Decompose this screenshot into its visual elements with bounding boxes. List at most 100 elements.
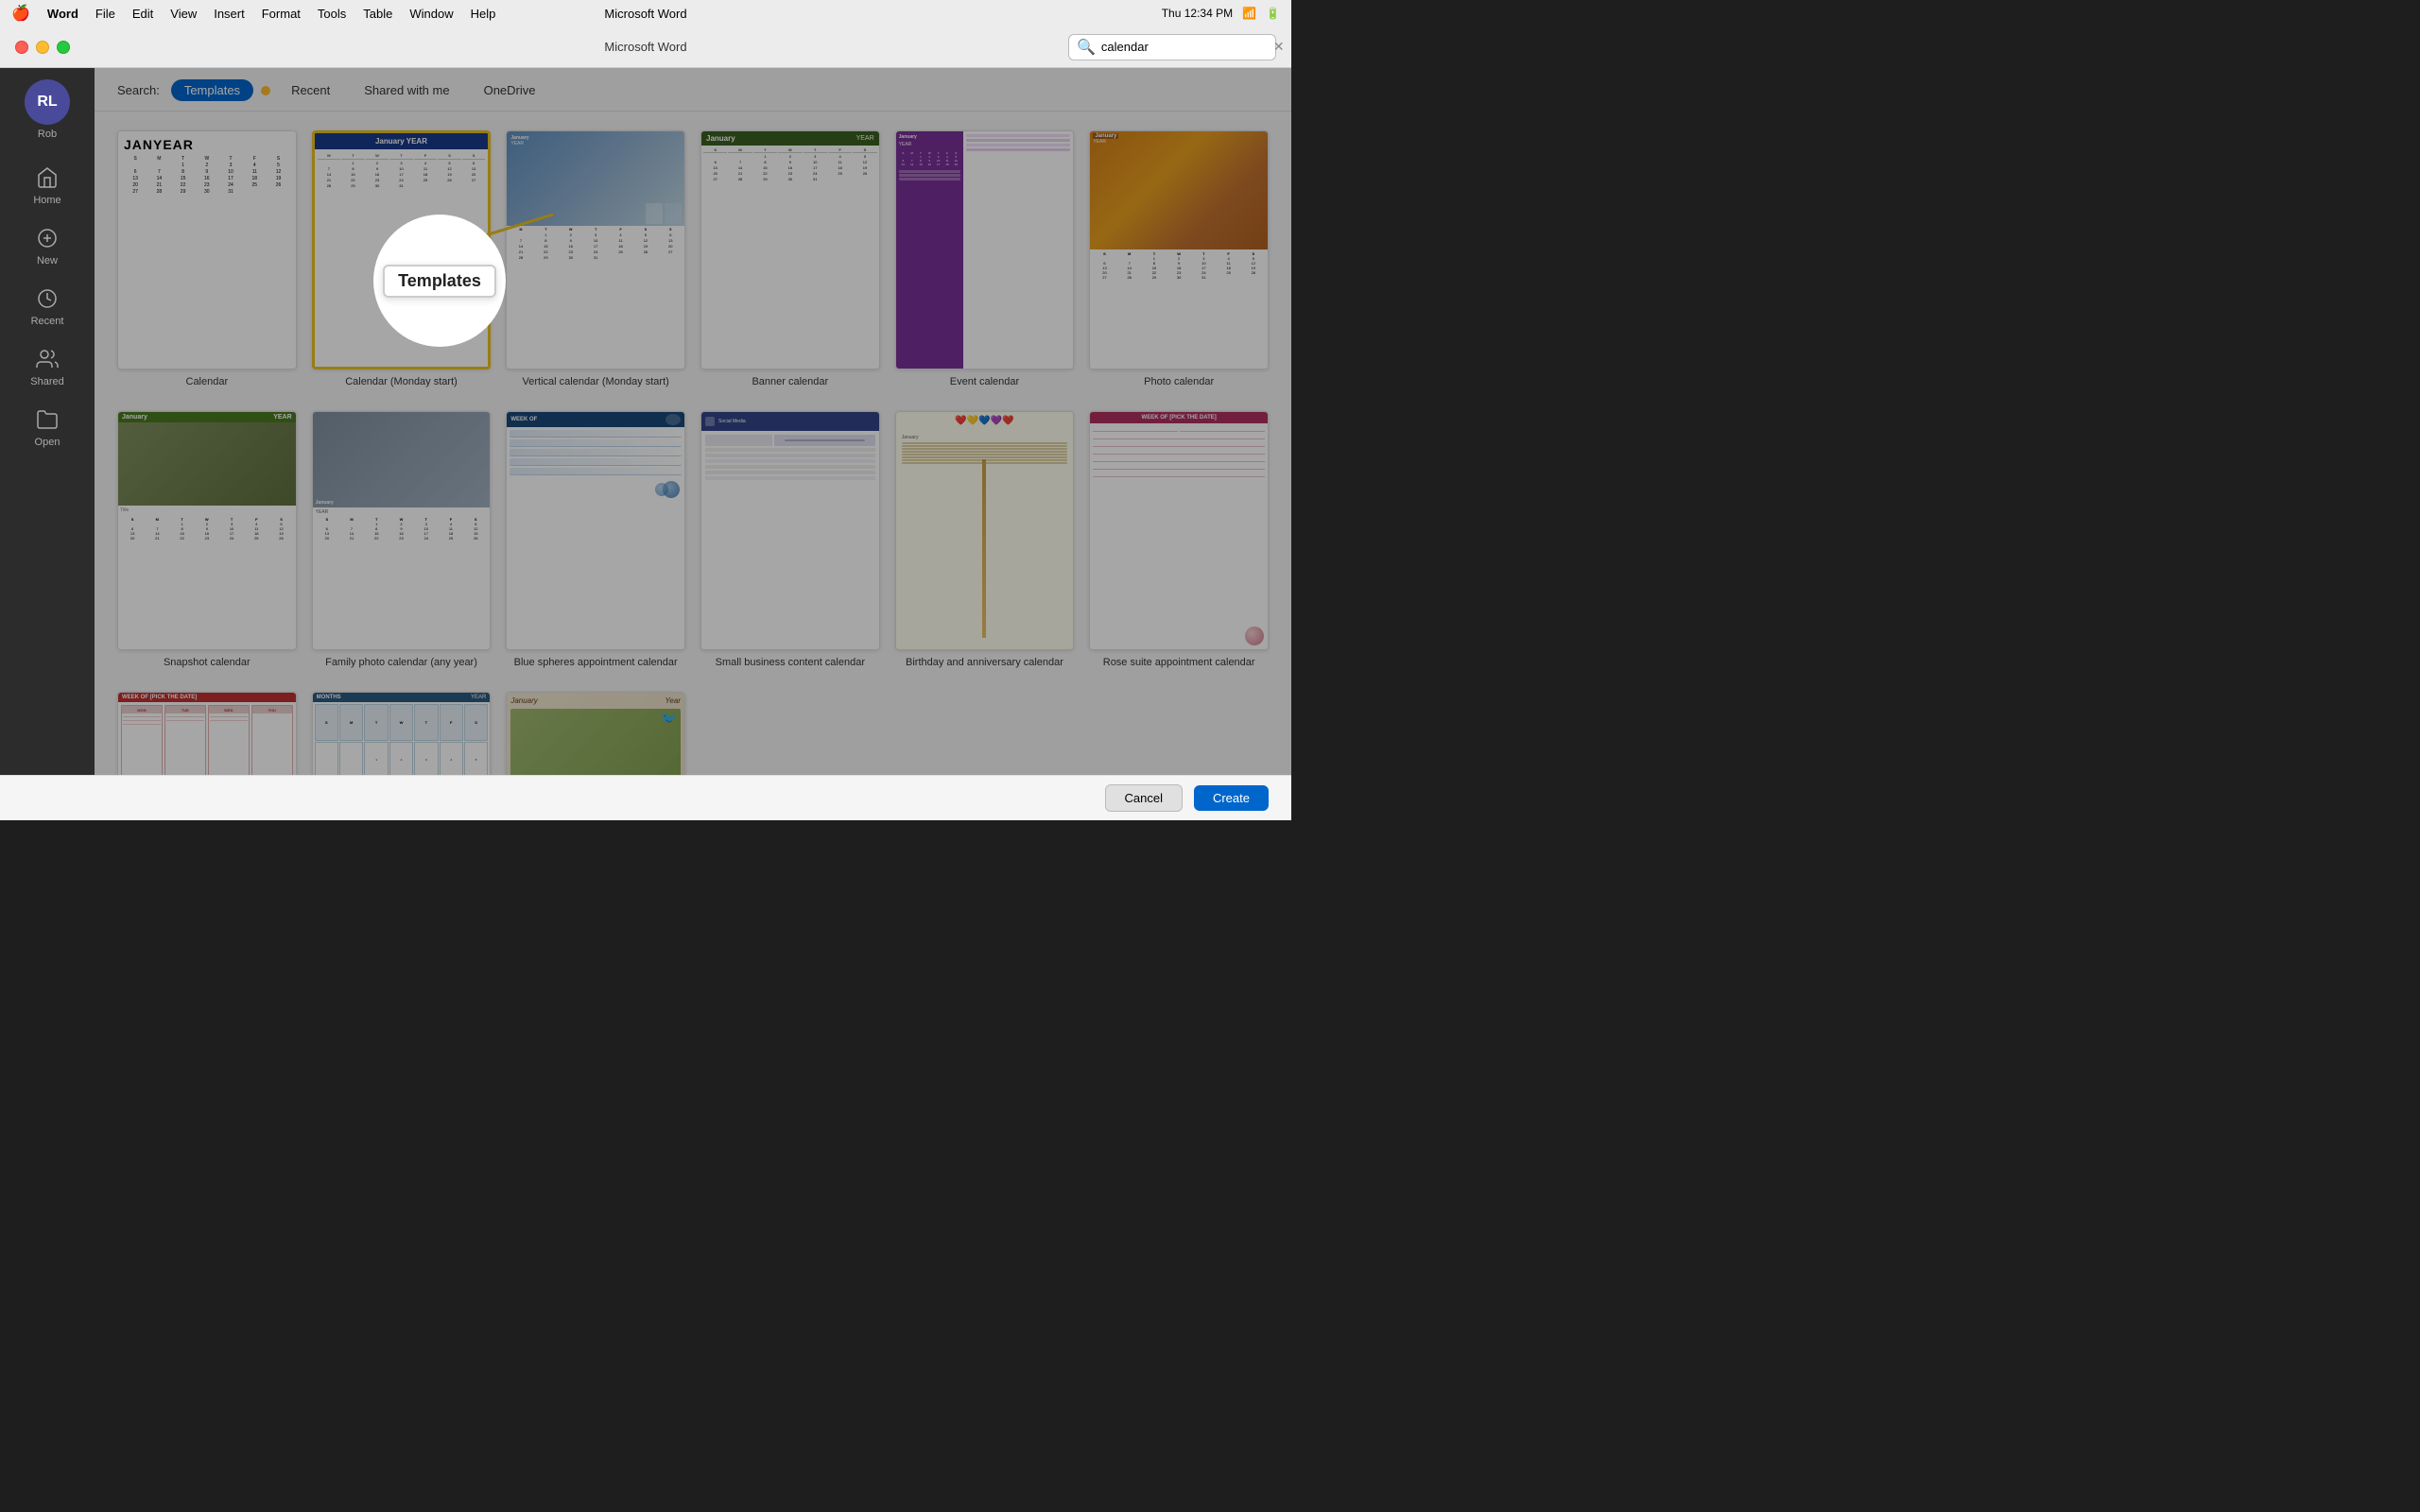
title-bar: Microsoft Word 🔍 ✕ [0, 26, 1291, 68]
shared-label: Shared [30, 376, 63, 387]
recent-label: Recent [31, 316, 64, 327]
app-menu[interactable]: Word [47, 7, 78, 21]
template-thumb-vertical: January YEAR MTWTFSS 123456 [506, 130, 685, 369]
window-title-menubar: Microsoft Word [604, 7, 686, 21]
template-name-rose: Rose suite appointment calendar [1103, 656, 1255, 669]
template-name-vertical: Vertical calendar (Monday start) [523, 375, 669, 388]
new-label: New [37, 255, 58, 266]
sidebar-item-shared[interactable]: Shared [0, 336, 95, 397]
edit-menu[interactable]: Edit [132, 7, 153, 21]
sidebar-item-open[interactable]: Open [0, 397, 95, 457]
template-thumb-spheres: WEEK OF [506, 411, 685, 650]
main-window: Microsoft Word 🔍 ✕ RL Rob Home New [0, 26, 1291, 820]
template-banner[interactable]: January YEAR SMTWTFS 12345 6789101112 13… [700, 130, 880, 388]
tab-templates[interactable]: Templates [171, 79, 253, 101]
template-family[interactable]: January YEAR SMTWTFS 12345 6789101112 13… [312, 411, 492, 669]
format-menu[interactable]: Format [262, 7, 301, 21]
template-blue-spheres[interactable]: WEEK OF [506, 411, 685, 669]
template-name-event: Event calendar [950, 375, 1019, 388]
search-bar[interactable]: 🔍 ✕ [1068, 34, 1276, 60]
template-thumb-monday: January YEAR M T W T F S S [312, 130, 492, 369]
recent-dot[interactable] [261, 86, 270, 95]
bottom-bar: Cancel Create [0, 775, 1291, 820]
template-thumb-calendar: JANYEAR SMTWTFS 12345 6789101112 1314151… [117, 130, 297, 369]
template-thumb-family: January YEAR SMTWTFS 12345 6789101112 13… [312, 411, 492, 650]
template-thumb-photo: January YEAR SMTWTFS 12345 6789101112 13… [1089, 130, 1269, 369]
home-label: Home [33, 195, 60, 206]
battery-icon: 🔋 [1266, 7, 1280, 20]
recent-icon [34, 285, 60, 312]
table-menu[interactable]: Table [363, 7, 392, 21]
template-photo[interactable]: January YEAR SMTWTFS 12345 6789101112 13… [1089, 130, 1269, 388]
template-thumb-banner: January YEAR SMTWTFS 12345 6789101112 13… [700, 130, 880, 369]
minimize-button[interactable] [36, 41, 49, 54]
user-name: Rob [38, 129, 57, 140]
menu-bar-left: 🍎 Word File Edit View Insert Format Tool… [11, 4, 495, 23]
body-layout: RL Rob Home New Recent [0, 68, 1291, 775]
template-thumb-monthly: MONTHSYEAR S M T W T F S [312, 692, 492, 775]
template-name-biz: Small business content calendar [716, 656, 865, 669]
view-menu[interactable]: View [170, 7, 197, 21]
template-thumb-rose: WEEK OF [PICK THE DATE] [1089, 411, 1269, 650]
template-birthday[interactable]: ❤️💛💙💜❤️ January [895, 411, 1075, 669]
template-thumb-birthday: ❤️💛💙💜❤️ January [895, 411, 1075, 650]
template-name-snapshot: Snapshot calendar [164, 656, 251, 669]
close-button[interactable] [15, 41, 28, 54]
template-name-birthday: Birthday and anniversary calendar [906, 656, 1063, 669]
template-rose[interactable]: WEEK OF [PICK THE DATE] [1089, 411, 1269, 669]
search-input[interactable] [1101, 40, 1268, 54]
insert-menu[interactable]: Insert [214, 7, 245, 21]
template-name-monday: Calendar (Monday start) [345, 375, 458, 388]
template-weekly[interactable]: WEEK OF [PICK THE DATE] MON [117, 692, 297, 775]
create-button[interactable]: Create [1194, 785, 1269, 811]
tools-menu[interactable]: Tools [318, 7, 346, 21]
shared-icon [34, 346, 60, 372]
template-thumb-snapshot: JanuaryYEAR Title SMTWTFS 12345 67891011… [117, 411, 297, 650]
help-menu[interactable]: Help [471, 7, 496, 21]
menu-time: Thu 12:34 PM [1162, 7, 1233, 20]
traffic-lights [15, 41, 70, 54]
template-name-family: Family photo calendar (any year) [325, 656, 477, 669]
sidebar-item-recent[interactable]: Recent [0, 276, 95, 336]
template-event[interactable]: January YEAR SMTWTFS 12345 6789101112 13… [895, 130, 1075, 388]
template-snapshot[interactable]: JanuaryYEAR Title SMTWTFS 12345 67891011… [117, 411, 297, 669]
template-name-photo: Photo calendar [1144, 375, 1214, 388]
window-menu[interactable]: Window [409, 7, 453, 21]
menu-bar-right: Thu 12:34 PM 📶 🔋 [1162, 7, 1280, 20]
apple-menu[interactable]: 🍎 [11, 4, 30, 23]
menu-bar: 🍎 Word File Edit View Insert Format Tool… [0, 0, 1291, 26]
template-calendar-monday[interactable]: January YEAR M T W T F S S [312, 130, 492, 388]
template-thumb-event: January YEAR SMTWTFS 12345 6789101112 13… [895, 130, 1075, 369]
search-label: Search: [117, 83, 160, 97]
window-title: Microsoft Word [604, 40, 686, 54]
file-menu[interactable]: File [95, 7, 115, 21]
main-content: Search: Templates Recent Shared with me … [95, 68, 1291, 775]
search-icon: 🔍 [1077, 38, 1096, 57]
avatar[interactable]: RL [25, 79, 70, 125]
search-tabs: Search: Templates Recent Shared with me … [95, 68, 1291, 112]
template-small-biz[interactable]: Social Media [700, 411, 880, 669]
template-hummingbird[interactable]: JanuaryYear 🐦 SMTWTFS 12345 6789101112 [506, 692, 685, 775]
template-name-banner: Banner calendar [752, 375, 828, 388]
search-clear-icon[interactable]: ✕ [1273, 39, 1285, 55]
home-icon [34, 164, 60, 191]
sidebar-item-new[interactable]: New [0, 215, 95, 276]
open-label: Open [35, 437, 60, 448]
template-thumb-hummingbird: JanuaryYear 🐦 SMTWTFS 12345 6789101112 [506, 692, 685, 775]
sidebar: RL Rob Home New Recent [0, 68, 95, 775]
sidebar-item-home[interactable]: Home [0, 155, 95, 215]
templates-grid: JANYEAR SMTWTFS 12345 6789101112 1314151… [95, 112, 1291, 775]
tab-recent[interactable]: Recent [278, 79, 343, 101]
tab-onedrive[interactable]: OneDrive [471, 79, 549, 101]
template-vertical-monday[interactable]: January YEAR MTWTFSS 123456 [506, 130, 685, 388]
tab-shared-with-me[interactable]: Shared with me [351, 79, 462, 101]
template-name-spheres: Blue spheres appointment calendar [514, 656, 678, 669]
template-monthly[interactable]: MONTHSYEAR S M T W T F S [312, 692, 492, 775]
open-icon [34, 406, 60, 433]
template-name-calendar: Calendar [186, 375, 229, 388]
cancel-button[interactable]: Cancel [1105, 784, 1183, 812]
template-thumb-biz: Social Media [700, 411, 880, 650]
template-calendar[interactable]: JANYEAR SMTWTFS 12345 6789101112 1314151… [117, 130, 297, 388]
maximize-button[interactable] [57, 41, 70, 54]
new-icon [34, 225, 60, 251]
